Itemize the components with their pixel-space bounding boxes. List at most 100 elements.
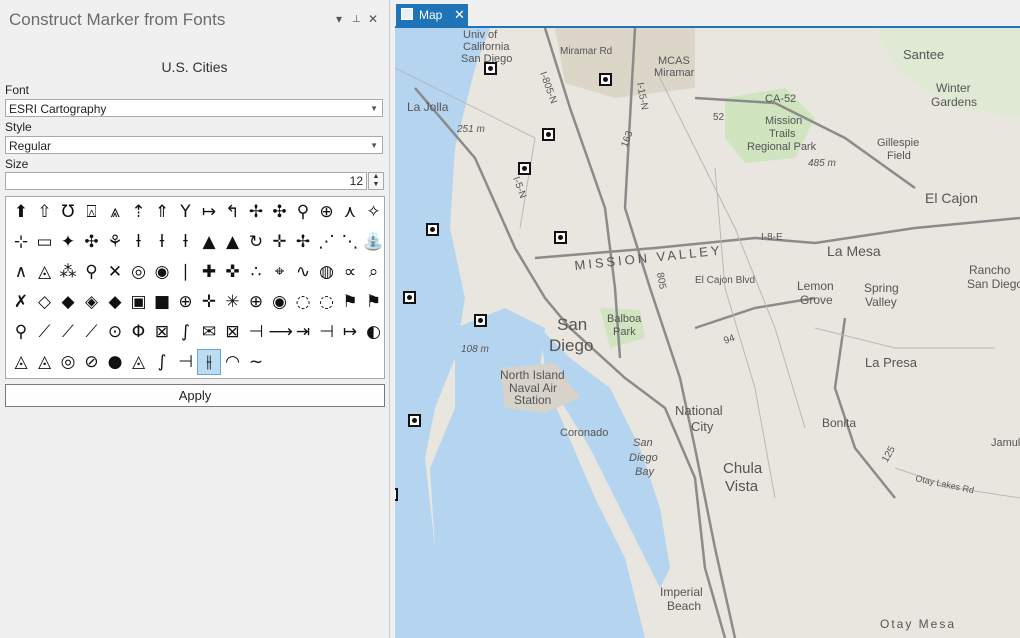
- glyph-73[interactable]: ⊠: [222, 320, 244, 344]
- glyph-36[interactable]: ✕: [104, 260, 126, 284]
- glyph-10[interactable]: ✢: [245, 200, 267, 224]
- glyph-13[interactable]: ⊕: [316, 200, 338, 224]
- map-view[interactable]: Univ of California San Diego Miramar Rd …: [395, 28, 1020, 638]
- glyph-32[interactable]: ∧: [10, 260, 32, 284]
- glyph-51[interactable]: ◈: [81, 290, 103, 314]
- glyph-38[interactable]: ◉: [151, 260, 173, 284]
- glyph-6[interactable]: ⇑: [151, 200, 173, 224]
- glyph-37[interactable]: ◎: [128, 260, 150, 284]
- decrement-icon[interactable]: ▼: [369, 181, 383, 189]
- glyph-34[interactable]: ⁂: [57, 260, 79, 284]
- glyph-0[interactable]: ⬆: [10, 200, 32, 224]
- glyph-1[interactable]: ⇧: [34, 200, 56, 224]
- glyph-9[interactable]: ↰: [222, 200, 244, 224]
- font-dropdown[interactable]: ESRI Cartography ▼: [5, 99, 383, 117]
- glyph-18[interactable]: ✦: [57, 230, 79, 254]
- glyph-66[interactable]: ⟋: [57, 320, 79, 344]
- glyph-68[interactable]: ⊙: [104, 320, 126, 344]
- glyph-26[interactable]: ↻: [245, 230, 267, 254]
- glyph-46[interactable]: ∝: [339, 260, 361, 284]
- glyph-45[interactable]: ◍: [316, 260, 338, 284]
- glyph-17[interactable]: ▭: [34, 230, 56, 254]
- glyph-55[interactable]: ⊕: [175, 290, 197, 314]
- glyph-31[interactable]: ⛲: [363, 230, 385, 254]
- glyph-50[interactable]: ◆: [57, 290, 79, 314]
- glyph-16[interactable]: ⊹: [10, 230, 32, 254]
- glyph-42[interactable]: ∴: [245, 260, 267, 284]
- glyph-47[interactable]: ⌕: [363, 260, 385, 284]
- glyph-22[interactable]: ƚ: [151, 230, 173, 254]
- glyph-58[interactable]: ⊕: [245, 290, 267, 314]
- glyph-28[interactable]: ✢: [292, 230, 314, 254]
- glyph-80[interactable]: ◬: [10, 350, 32, 374]
- glyph-52[interactable]: ◆: [104, 290, 126, 314]
- glyph-59[interactable]: ◉: [269, 290, 291, 314]
- glyph-60[interactable]: ◌: [292, 290, 314, 314]
- glyph-11[interactable]: ✣: [269, 200, 291, 224]
- size-input[interactable]: 12: [5, 172, 367, 190]
- glyph-2[interactable]: Ʊ: [57, 200, 79, 224]
- glyph-85[interactable]: ◬: [128, 350, 150, 374]
- glyph-67[interactable]: ⟋: [81, 320, 103, 344]
- glyph-83[interactable]: ⊘: [81, 350, 103, 374]
- glyph-44[interactable]: ∿: [292, 260, 314, 284]
- glyph-25[interactable]: ▲: [222, 230, 244, 254]
- glyph-84[interactable]: ●: [104, 350, 126, 374]
- glyph-88[interactable]: ⫲: [197, 349, 221, 375]
- glyph-69[interactable]: Φ: [128, 320, 150, 344]
- glyph-56[interactable]: ✛: [198, 290, 220, 314]
- city-marker[interactable]: [474, 314, 487, 327]
- city-marker[interactable]: [395, 488, 398, 501]
- glyph-30[interactable]: ⋱: [339, 230, 361, 254]
- glyph-29[interactable]: ⋰: [316, 230, 338, 254]
- glyph-72[interactable]: ✉: [198, 320, 220, 344]
- glyph-48[interactable]: ✗: [10, 290, 32, 314]
- glyph-76[interactable]: ⇥: [292, 320, 314, 344]
- glyph-77[interactable]: ⊣: [316, 320, 338, 344]
- glyph-23[interactable]: ƚ: [175, 230, 197, 254]
- glyph-78[interactable]: ↦: [339, 320, 361, 344]
- city-marker[interactable]: [408, 414, 421, 427]
- glyph-82[interactable]: ◎: [57, 350, 79, 374]
- glyph-70[interactable]: ⊠: [151, 320, 173, 344]
- glyph-54[interactable]: ■: [151, 290, 173, 314]
- glyph-3[interactable]: ⍓: [81, 200, 103, 224]
- glyph-8[interactable]: ↦: [198, 200, 220, 224]
- glyph-63[interactable]: ⚑: [363, 290, 385, 314]
- glyph-40[interactable]: ✚: [198, 260, 220, 284]
- glyph-90[interactable]: ~: [245, 350, 267, 374]
- pane-menu-icon[interactable]: ▾: [336, 12, 342, 26]
- glyph-71[interactable]: ∫: [175, 320, 197, 344]
- glyph-14[interactable]: ⋏: [339, 200, 361, 224]
- style-dropdown[interactable]: Regular ▼: [5, 136, 383, 154]
- glyph-64[interactable]: ⚲: [10, 320, 32, 344]
- glyph-4[interactable]: ⩓: [104, 200, 126, 224]
- glyph-79[interactable]: ◐: [363, 320, 385, 344]
- glyph-7[interactable]: Y: [175, 200, 197, 224]
- glyph-61[interactable]: ◌: [316, 290, 338, 314]
- glyph-62[interactable]: ⚑: [339, 290, 361, 314]
- glyph-53[interactable]: ▣: [128, 290, 150, 314]
- glyph-33[interactable]: ◬: [34, 260, 56, 284]
- glyph-35[interactable]: ⚲: [81, 260, 103, 284]
- glyph-81[interactable]: ◬: [34, 350, 56, 374]
- city-marker[interactable]: [426, 223, 439, 236]
- increment-icon[interactable]: ▲: [369, 173, 383, 181]
- glyph-27[interactable]: ✛: [269, 230, 291, 254]
- glyph-41[interactable]: ✜: [222, 260, 244, 284]
- glyph-15[interactable]: ✧: [363, 200, 385, 224]
- glyph-49[interactable]: ◇: [34, 290, 56, 314]
- size-stepper[interactable]: ▲ ▼: [368, 172, 384, 190]
- pin-icon[interactable]: ⊥: [352, 14, 361, 25]
- close-icon[interactable]: ✕: [368, 12, 378, 26]
- glyph-89[interactable]: ◠: [222, 350, 244, 374]
- glyph-86[interactable]: ∫: [151, 350, 173, 374]
- city-marker[interactable]: [484, 62, 497, 75]
- glyph-43[interactable]: ⌖: [269, 260, 291, 284]
- glyph-39[interactable]: ∣: [175, 260, 197, 284]
- tab-close-icon[interactable]: ✕: [454, 7, 465, 23]
- glyph-12[interactable]: ⚲: [292, 200, 314, 224]
- glyph-19[interactable]: ✣: [81, 230, 103, 254]
- glyph-21[interactable]: ƚ: [128, 230, 150, 254]
- city-marker[interactable]: [542, 128, 555, 141]
